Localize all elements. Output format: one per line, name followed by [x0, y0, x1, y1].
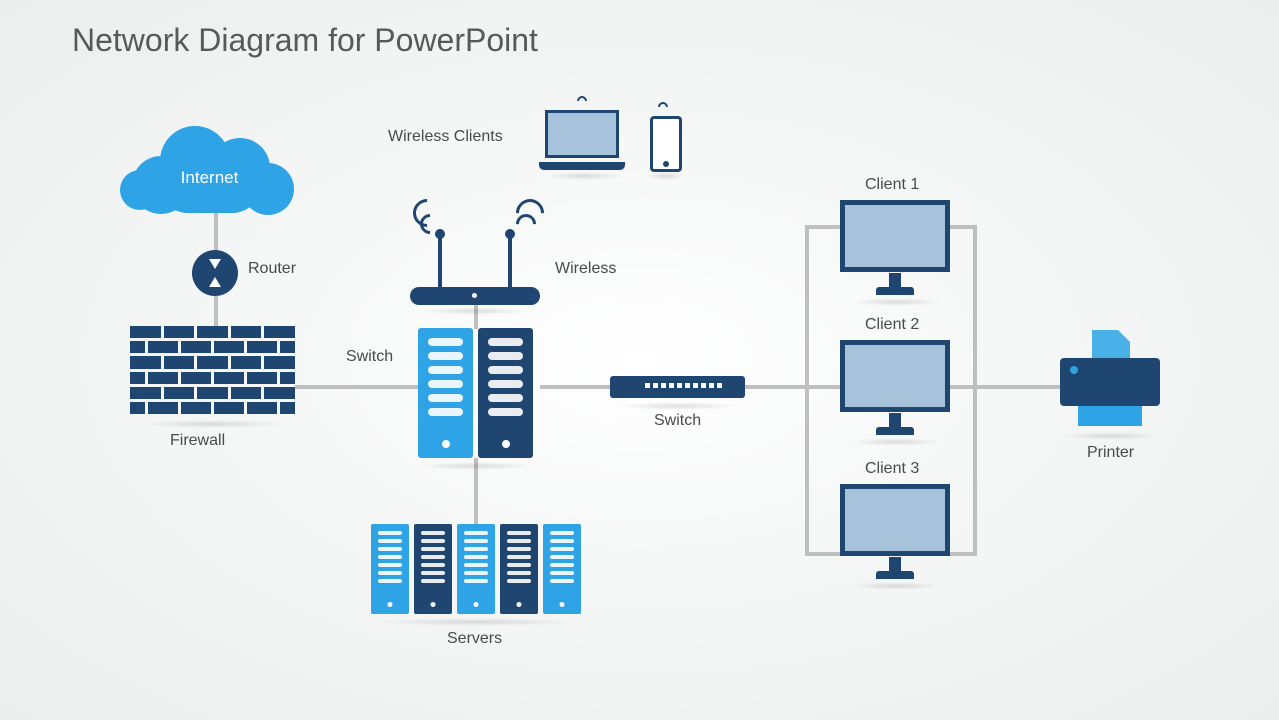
- client1-monitor-icon: [840, 200, 950, 295]
- internet-label: Internet: [122, 168, 297, 188]
- firewall-shadow: [138, 420, 288, 428]
- link-firewall-servers: [295, 385, 425, 389]
- switch-label: Switch: [654, 412, 701, 430]
- phone-icon: [650, 116, 682, 172]
- link-router-firewall: [214, 296, 218, 330]
- client2-label: Client 2: [865, 316, 919, 334]
- printer-shadow: [1060, 432, 1160, 440]
- server-small-3-icon: [457, 524, 495, 614]
- servers-label: Servers: [447, 630, 502, 648]
- printer-icon: [1060, 330, 1160, 430]
- switch-icon: [610, 376, 745, 398]
- phone-shadow: [646, 172, 686, 180]
- switch-label-left: Switch: [346, 348, 393, 366]
- link-servers-switch: [540, 385, 610, 389]
- firewall-icon: [130, 326, 295, 414]
- laptop-icon: [539, 110, 625, 170]
- server-small-5-icon: [543, 524, 581, 614]
- page-title: Network Diagram for PowerPoint: [72, 22, 538, 59]
- phone-wave-icon: [658, 102, 668, 107]
- internet-cloud-icon: Internet: [122, 118, 297, 218]
- wireless-label: Wireless: [555, 260, 616, 278]
- server-small-1-icon: [371, 524, 409, 614]
- bus-vertical-right: [973, 225, 977, 555]
- laptop-shadow: [545, 172, 623, 180]
- client3-label: Client 3: [865, 460, 919, 478]
- wireless-shadow: [420, 307, 530, 315]
- wireless-ap-icon: [410, 215, 540, 305]
- client1-shadow: [850, 298, 942, 306]
- server-large-2-icon: [478, 328, 533, 458]
- servers-shadow: [418, 462, 533, 470]
- wireless-clients-label: Wireless Clients: [388, 128, 503, 146]
- router-icon: [192, 250, 238, 296]
- server-large-1-icon: [418, 328, 473, 458]
- client3-shadow: [850, 582, 942, 590]
- bus-vertical: [805, 225, 809, 555]
- client1-label: Client 1: [865, 176, 919, 194]
- firewall-label: Firewall: [170, 432, 225, 450]
- client3-monitor-icon: [840, 484, 950, 579]
- client2-shadow: [850, 438, 942, 446]
- router-label: Router: [248, 260, 296, 278]
- printer-label: Printer: [1087, 444, 1134, 462]
- servers-small-shadow: [375, 618, 580, 626]
- switch-shadow: [616, 402, 740, 410]
- server-small-2-icon: [414, 524, 452, 614]
- server-small-4-icon: [500, 524, 538, 614]
- client2-monitor-icon: [840, 340, 950, 435]
